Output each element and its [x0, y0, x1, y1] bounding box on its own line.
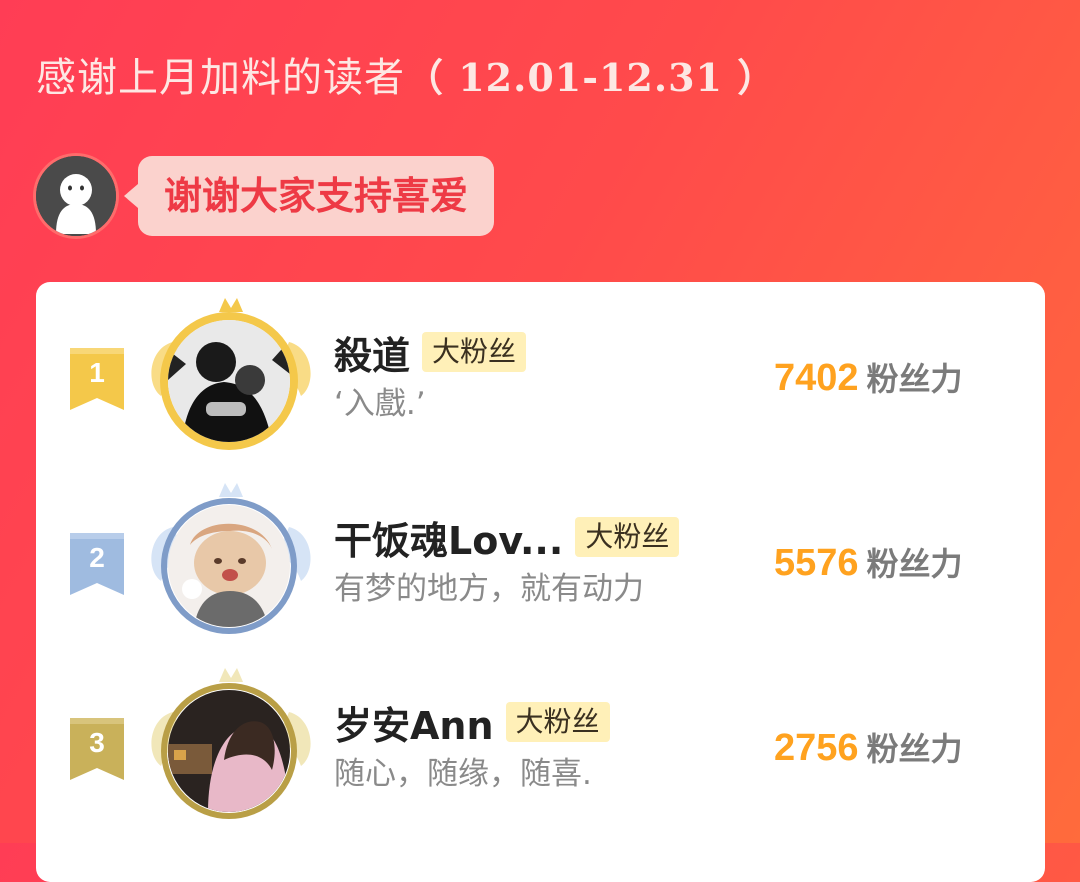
user-avatar-image	[168, 505, 290, 627]
page-title: 感谢上月加料的读者（ 12.01-12.31 ）	[36, 50, 776, 106]
date-range: （ 12.01-12.31 ）	[405, 55, 777, 100]
rank-badge-silver: 2	[70, 533, 124, 595]
score-unit: 粉丝力	[866, 730, 963, 768]
user-avatar[interactable]	[168, 505, 290, 627]
score-unit: 粉丝力	[866, 360, 963, 398]
fan-power-score: 2756 粉丝力	[774, 718, 963, 778]
rank-number: 3	[89, 727, 105, 758]
user-avatar[interactable]	[168, 690, 290, 812]
user-avatar[interactable]	[168, 320, 290, 442]
page-title-text: 感谢上月加料的读者	[36, 55, 405, 101]
avatar-frame-gold	[141, 292, 321, 452]
user-motto: ‘入戲.’	[334, 386, 426, 422]
name-line: 干饭魂Lov... 大粉丝	[334, 510, 680, 565]
rank-number: 2	[89, 542, 105, 573]
rank-number: 1	[89, 357, 105, 388]
user-avatar-image	[168, 690, 290, 812]
ranking-card: 1 殺道 大粉丝 ‘入戲.’ 7402 粉丝力 2 干饭魂Lov... 大粉丝 …	[36, 282, 1045, 882]
rank-badge-bronze: 3	[70, 718, 124, 780]
ranking-row-2[interactable]: 2 干饭魂Lov... 大粉丝 有梦的地方，就有动力 5576 粉丝力	[36, 477, 1045, 657]
speaker-avatar[interactable]	[36, 156, 116, 236]
avatar-frame-silver	[141, 477, 321, 637]
fan-badge: 大粉丝	[505, 702, 610, 742]
thanks-bubble: 谢谢大家支持喜爱	[123, 156, 495, 236]
fan-power-score: 7402 粉丝力	[774, 348, 963, 408]
user-motto: 有梦的地方，就有动力	[334, 571, 644, 607]
fan-power-score: 5576 粉丝力	[774, 533, 963, 593]
ranking-row-1[interactable]: 1 殺道 大粉丝 ‘入戲.’ 7402 粉丝力	[36, 292, 1045, 472]
user-name[interactable]: 干饭魂Lov...	[334, 510, 563, 565]
user-name[interactable]: 岁安Ann	[334, 695, 494, 750]
avatar-frame-bronze	[141, 662, 321, 822]
score-value: 7402	[774, 357, 859, 399]
user-avatar-image	[168, 320, 290, 442]
fan-badge: 大粉丝	[422, 332, 527, 372]
name-line: 殺道 大粉丝	[334, 325, 527, 380]
user-name[interactable]: 殺道	[334, 325, 410, 380]
rank-badge-gold: 1	[70, 348, 124, 410]
score-value: 2756	[774, 727, 859, 769]
ranking-row-3[interactable]: 3 岁安Ann 大粉丝 随心，随缘，随喜. 2756 粉丝力	[36, 662, 1045, 842]
score-value: 5576	[774, 542, 859, 584]
name-line: 岁安Ann 大粉丝	[334, 696, 610, 748]
ghost-avatar-icon	[36, 156, 116, 236]
fan-badge: 大粉丝	[575, 517, 680, 557]
score-unit: 粉丝力	[866, 545, 963, 583]
user-motto: 随心，随缘，随喜.	[334, 756, 592, 792]
